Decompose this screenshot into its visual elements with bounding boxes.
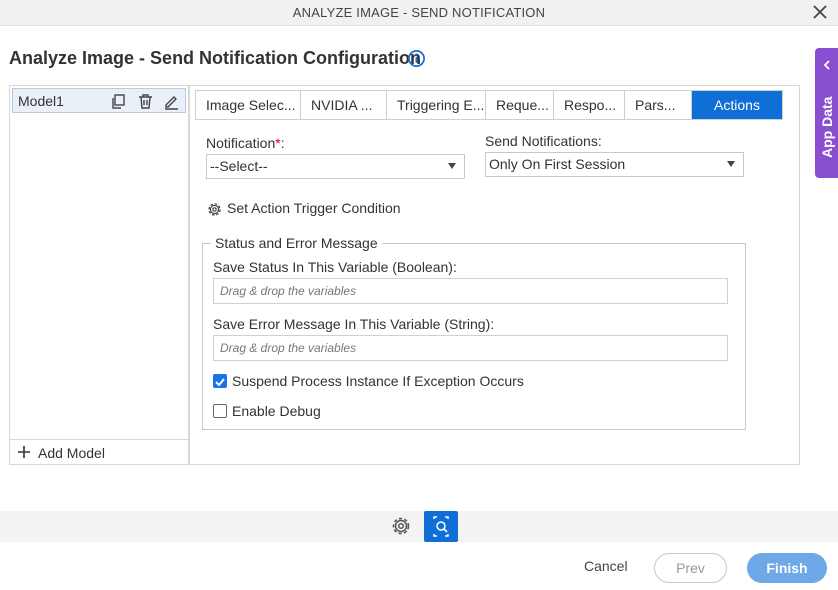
suspend-process-label: Suspend Process Instance If Exception Oc… (232, 373, 524, 389)
send-notifications-label: Send Notifications: (485, 133, 602, 149)
delete-icon[interactable] (137, 93, 154, 110)
notification-label-colon: : (280, 135, 285, 151)
notification-label: Notification*: (206, 135, 285, 151)
window-titlebar: ANALYZE IMAGE - SEND NOTIFICATION (0, 0, 838, 26)
enable-debug-label: Enable Debug (232, 403, 321, 419)
tab-parse[interactable]: Pars... (625, 91, 692, 119)
edit-icon[interactable] (163, 93, 180, 110)
send-notifications-select[interactable]: Only On First Session (485, 152, 744, 177)
notification-label-text: Notification (206, 135, 276, 151)
footer-toolbar (0, 511, 838, 542)
model-name: Model1 (18, 93, 64, 109)
add-model-label: Add Model (38, 445, 105, 461)
notification-select[interactable]: --Select-- (206, 154, 465, 179)
tab-nvidia[interactable]: NVIDIA ... (301, 91, 387, 119)
tab-bar: Image Selec... NVIDIA ... Triggering E..… (195, 90, 783, 120)
info-icon[interactable] (407, 49, 426, 68)
tab-triggering-event[interactable]: Triggering E... (387, 91, 486, 119)
page-title: Analyze Image - Send Notification Config… (9, 48, 422, 68)
copy-icon[interactable] (110, 93, 127, 110)
add-model-button[interactable]: Add Model (10, 439, 188, 464)
config-panel: Image Selec... NVIDIA ... Triggering E..… (189, 85, 800, 465)
status-error-legend: Status and Error Message (211, 235, 382, 251)
model-list-item[interactable]: Model1 (12, 88, 186, 113)
tab-actions[interactable]: Actions (692, 91, 782, 119)
cancel-button[interactable]: Cancel (584, 558, 628, 574)
app-data-tab[interactable]: App Data (815, 48, 838, 178)
prev-button[interactable]: Prev (654, 553, 727, 583)
app-data-label: App Data (819, 96, 835, 158)
send-notifications-value: Only On First Session (489, 156, 626, 172)
tab-response[interactable]: Respo... (554, 91, 625, 119)
status-error-group: Status and Error Message Save Status In … (202, 235, 746, 430)
status-variable-dropzone[interactable]: Drag & drop the variables (213, 278, 728, 304)
close-icon[interactable] (811, 3, 829, 21)
image-analysis-button[interactable] (424, 511, 458, 542)
plus-icon (18, 446, 30, 458)
tab-request[interactable]: Reque... (486, 91, 554, 119)
notification-select-value: --Select-- (210, 158, 268, 174)
error-variable-label: Save Error Message In This Variable (Str… (213, 316, 495, 332)
settings-gear-icon[interactable] (390, 515, 412, 537)
checkbox-unchecked[interactable] (213, 404, 227, 418)
model-list-panel: Model1 Add Model (9, 85, 189, 465)
image-search-icon (433, 516, 449, 537)
trigger-condition-label: Set Action Trigger Condition (227, 200, 401, 216)
gear-icon (208, 203, 221, 216)
chevron-down-icon (448, 163, 456, 169)
chevron-down-icon (727, 161, 735, 167)
checkbox-checked[interactable] (213, 374, 227, 388)
window-title: ANALYZE IMAGE - SEND NOTIFICATION (292, 5, 546, 20)
chevron-left-icon (823, 60, 830, 70)
checkmark-icon (215, 378, 225, 387)
finish-button[interactable]: Finish (747, 553, 827, 583)
error-variable-dropzone[interactable]: Drag & drop the variables (213, 335, 728, 361)
tab-image-selection[interactable]: Image Selec... (196, 91, 301, 119)
status-variable-label: Save Status In This Variable (Boolean): (213, 259, 457, 275)
